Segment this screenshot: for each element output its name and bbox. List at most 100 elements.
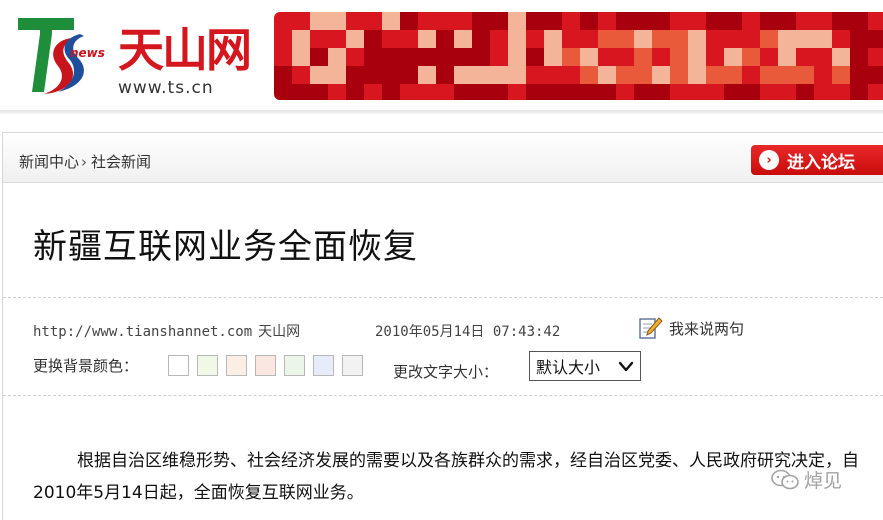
banner-pixel: [616, 30, 634, 48]
banner-pixel: [292, 84, 310, 100]
banner-pixel: [382, 48, 400, 66]
banner-pixel: [526, 12, 544, 30]
banner-pixel: [346, 66, 364, 84]
banner-pixel: [580, 66, 598, 84]
banner-pixel: [832, 66, 850, 84]
banner-pixel: [616, 84, 634, 100]
banner-pixel: [598, 48, 616, 66]
swatch-pink[interactable]: [255, 355, 276, 376]
banner-pixel: [652, 48, 670, 66]
banner-pixel: [814, 48, 832, 66]
comment-link[interactable]: 我来说两句: [637, 315, 744, 341]
wechat-icon: [771, 469, 799, 489]
banner-pixel: [400, 66, 418, 84]
header-ad-banner[interactable]: [274, 12, 883, 100]
banner-pixel: [580, 30, 598, 48]
banner-pixel: [688, 12, 706, 30]
banner-pixel: [814, 66, 832, 84]
banner-pixel: [814, 84, 832, 100]
banner-pixel: [868, 66, 883, 84]
banner-pixel: [400, 30, 418, 48]
banner-pixel: [328, 66, 346, 84]
banner-pixel: [364, 30, 382, 48]
article-container: 新闻中心 › 社会新闻 › 进入论坛 新疆互联网业务全面恢复 http://www.…: [2, 132, 883, 520]
article-body: 根据自治区维稳形势、社会经济发展的需要以及各族群众的需求，经自治区党委、人民政府…: [33, 451, 859, 503]
banner-pixel: [346, 30, 364, 48]
header-divider: [0, 110, 883, 114]
title-divider: [3, 297, 883, 298]
banner-pixel: [814, 12, 832, 30]
pencil-paper-icon: [639, 317, 663, 339]
background-color-label: 更换背景颜色：: [33, 357, 139, 375]
banner-pixel: [436, 84, 454, 100]
banner-pixel: [616, 66, 634, 84]
banner-pixel: [778, 84, 796, 100]
enter-forum-button[interactable]: › 进入论坛: [751, 145, 883, 175]
banner-pixel: [760, 84, 778, 100]
swatch-mint[interactable]: [284, 355, 305, 376]
banner-pixel: [670, 12, 688, 30]
banner-pixel: [688, 66, 706, 84]
tools-divider: [3, 395, 883, 396]
banner-pixel: [400, 48, 418, 66]
banner-pixel: [382, 30, 400, 48]
swatch-peach[interactable]: [226, 355, 247, 376]
banner-pixel: [724, 12, 742, 30]
banner-pixel: [868, 12, 883, 30]
banner-pixel: [274, 12, 292, 30]
banner-pixel: [850, 30, 868, 48]
banner-pixel: [868, 48, 883, 66]
swatch-green[interactable]: [197, 355, 218, 376]
article-title: 新疆互联网业务全面恢复: [33, 227, 418, 267]
banner-pixel: [796, 12, 814, 30]
banner-pixel: [328, 48, 346, 66]
logo-site-url: www.ts.cn: [118, 78, 214, 98]
banner-pixel: [526, 84, 544, 100]
banner-pixel: [706, 30, 724, 48]
banner-pixel: [472, 30, 490, 48]
banner-pixel: [436, 30, 454, 48]
logo-site-name: 天山网: [118, 23, 252, 77]
banner-pixel: [760, 48, 778, 66]
banner-pixel: [760, 12, 778, 30]
banner-pixel: [760, 30, 778, 48]
banner-pixel: [742, 30, 760, 48]
banner-pixel: [742, 48, 760, 66]
banner-pixel: [616, 48, 634, 66]
banner-pixel: [274, 66, 292, 84]
banner-pixel: [310, 48, 328, 66]
banner-pixel: [562, 12, 580, 30]
swatch-gray[interactable]: [342, 355, 363, 376]
banner-pixel: [670, 48, 688, 66]
banner-pixel: [490, 12, 508, 30]
banner-pixel: [580, 48, 598, 66]
banner-pixel: [544, 84, 562, 100]
logo-news-badge: news: [70, 46, 105, 60]
banner-pixel: [850, 48, 868, 66]
banner-pixel: [418, 48, 436, 66]
banner-pixel: [832, 12, 850, 30]
banner-pixel: [382, 12, 400, 30]
banner-pixel: [364, 12, 382, 30]
banner-pixel: [310, 84, 328, 100]
banner-pixel: [490, 84, 508, 100]
breadcrumb-item-news-center[interactable]: 新闻中心: [19, 153, 79, 171]
source-url[interactable]: http://www.tianshannet.com: [33, 324, 252, 340]
banner-pixel: [580, 12, 598, 30]
banner-pixel: [526, 66, 544, 84]
banner-pixel: [292, 48, 310, 66]
banner-pixel: [292, 30, 310, 48]
swatch-white[interactable]: [168, 355, 189, 376]
breadcrumb-item-social-news[interactable]: 社会新闻: [91, 153, 151, 171]
banner-pixel: [508, 66, 526, 84]
site-logo[interactable]: news 天山网 www.ts.cn: [14, 10, 252, 100]
swatch-lavender[interactable]: [313, 355, 334, 376]
banner-pixel: [418, 84, 436, 100]
banner-pixel: [652, 66, 670, 84]
banner-pixel: [598, 30, 616, 48]
watermark-text: 焯见: [804, 470, 843, 492]
font-size-select[interactable]: 默认大小: [529, 351, 641, 381]
banner-pixel: [796, 48, 814, 66]
banner-pixel: [778, 48, 796, 66]
banner-pixel: [346, 12, 364, 30]
